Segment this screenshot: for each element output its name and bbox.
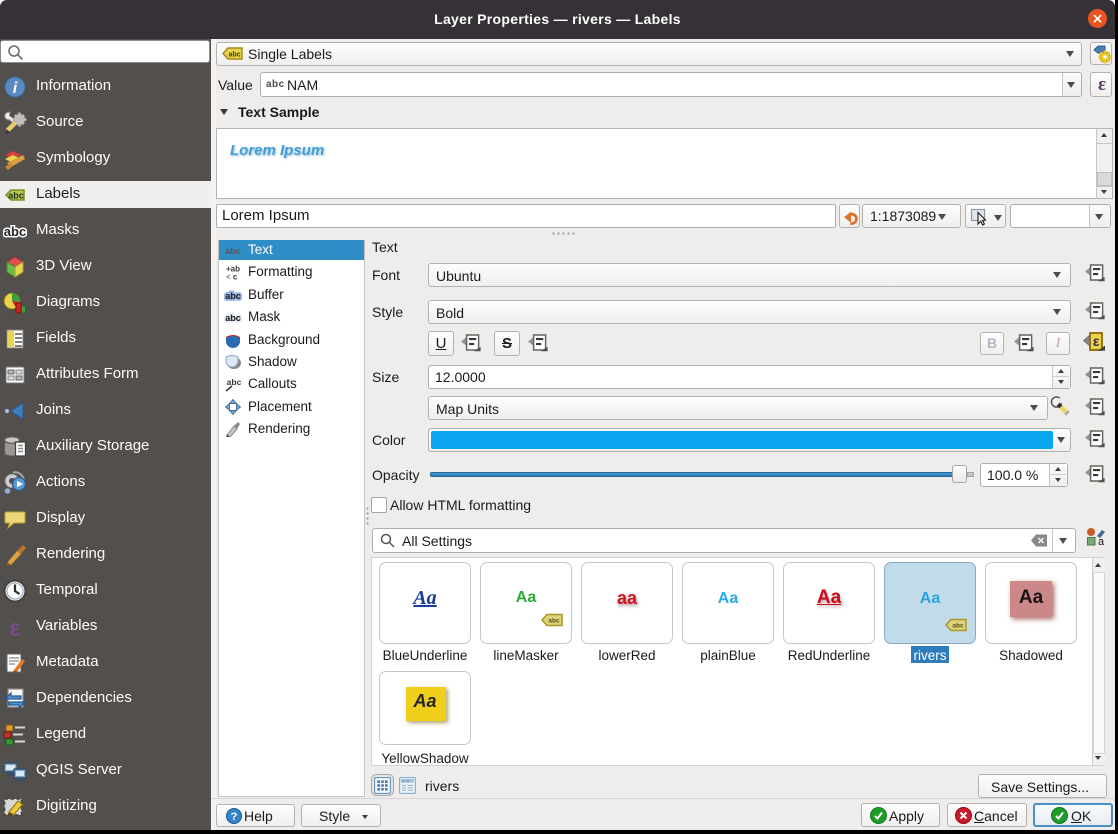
svg-text:abc: abc	[952, 623, 964, 630]
svg-text:abc: abc	[225, 246, 241, 256]
svg-text:abc: abc	[8, 191, 24, 201]
svg-text:a: a	[1098, 536, 1105, 546]
svg-text:abc: abc	[227, 377, 242, 387]
svg-text:abc: abc	[4, 224, 26, 239]
svg-text:i: i	[13, 80, 18, 97]
svg-text:abc: abc	[228, 52, 240, 59]
svg-text:abc: abc	[225, 313, 241, 323]
svg-text:ε: ε	[1093, 333, 1100, 349]
svg-text:abc: abc	[225, 291, 241, 301]
svg-text:?: ?	[231, 811, 238, 823]
svg-text:abc: abc	[548, 618, 560, 625]
svg-text:ε: ε	[9, 615, 20, 639]
svg-text:< c: < c	[226, 273, 238, 281]
